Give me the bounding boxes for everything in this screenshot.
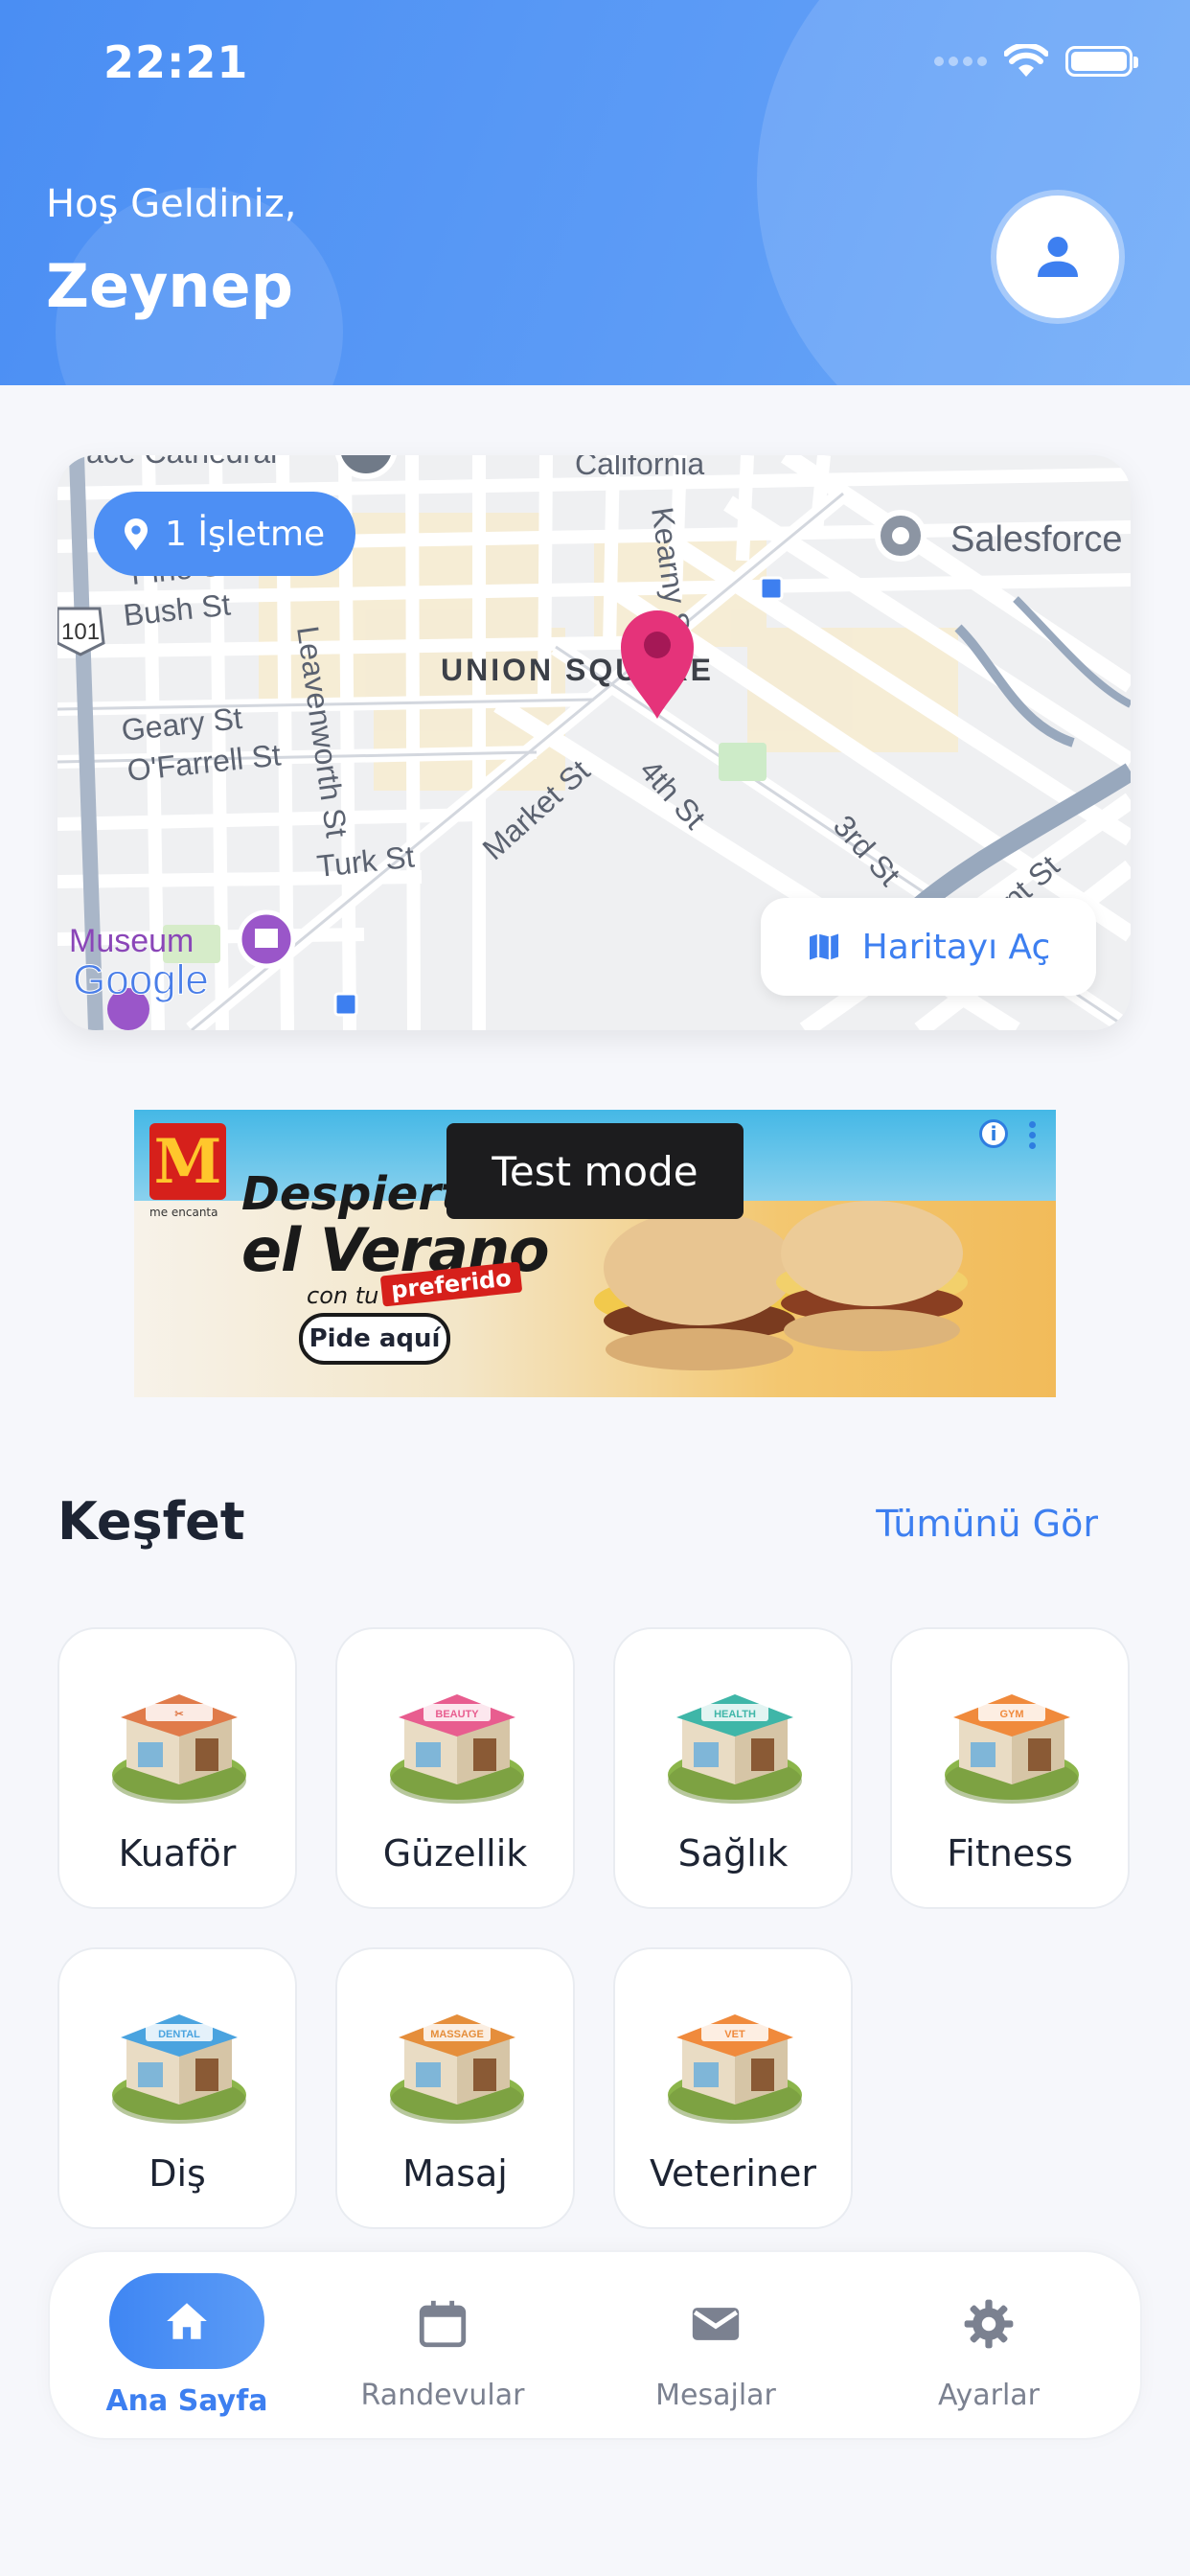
category-label: Fitness bbox=[947, 1832, 1073, 1874]
status-icons bbox=[934, 44, 1138, 79]
open-map-label: Haritayı Aç bbox=[861, 927, 1051, 967]
person-icon bbox=[1038, 237, 1078, 277]
nav-item-home[interactable]: Ana Sayfa bbox=[50, 2252, 299, 2442]
map-card[interactable]: California ace Cathedral Pine St Bush St… bbox=[57, 455, 1131, 1030]
svg-text:BEAUTY: BEAUTY bbox=[435, 1709, 479, 1720]
battery-icon bbox=[1065, 46, 1138, 77]
calendar-icon bbox=[419, 2300, 467, 2348]
nav-item-settings[interactable]: Ayarlar bbox=[864, 2252, 1113, 2442]
map-icon bbox=[809, 933, 838, 960]
home-pill bbox=[109, 2273, 264, 2369]
veteriner-shop-icon: VET bbox=[668, 2014, 802, 2124]
guzellik-shop-icon: BEAUTY bbox=[390, 1694, 524, 1804]
category-kuafor[interactable]: ✂ Kuaför bbox=[57, 1627, 297, 1909]
category-label: Güzellik bbox=[382, 1832, 528, 1874]
saglik-shop-icon: HEALTH bbox=[668, 1694, 802, 1804]
open-map-button[interactable]: Haritayı Aç bbox=[761, 898, 1096, 996]
map-google-logo: Google bbox=[73, 956, 209, 1003]
nav-label-appointments: Randevular bbox=[360, 2379, 525, 2412]
see-all-link[interactable]: Tümünü Gör bbox=[876, 1503, 1098, 1545]
category-veteriner[interactable]: VET Veteriner bbox=[613, 1947, 853, 2229]
svg-text:GYM: GYM bbox=[999, 1709, 1023, 1720]
masaj-shop-icon: MASSAGE bbox=[390, 2014, 524, 2124]
status-time: 22:21 bbox=[103, 36, 249, 88]
fitness-shop-icon: GYM bbox=[945, 1694, 1079, 1804]
ad-more-icon[interactable] bbox=[1029, 1121, 1037, 1149]
ad-brand-sub: me encanta bbox=[149, 1206, 218, 1219]
user-name: Zeynep bbox=[46, 251, 293, 321]
signal-icon bbox=[934, 57, 987, 66]
svg-text:HEALTH: HEALTH bbox=[714, 1709, 756, 1720]
nav-label-settings: Ayarlar bbox=[937, 2379, 1040, 2412]
nav-item-messages[interactable]: Mesajlar bbox=[591, 2252, 840, 2442]
category-label: Kuaför bbox=[118, 1832, 237, 1874]
map-label-museum: Museum bbox=[69, 923, 194, 959]
gear-icon bbox=[964, 2299, 1014, 2349]
map-label-route: 101 bbox=[61, 619, 100, 645]
category-guzellik[interactable]: BEAUTY Güzellik bbox=[335, 1627, 575, 1909]
ad-cta-button[interactable]: Pide aquí bbox=[299, 1313, 450, 1365]
dis-shop-icon: DENTAL bbox=[112, 2014, 246, 2124]
map-label-cathedral: ace Cathedral bbox=[86, 455, 277, 470]
category-label: Veteriner bbox=[650, 2152, 816, 2195]
svg-text:VET: VET bbox=[724, 2029, 745, 2040]
category-label: Masaj bbox=[402, 2152, 508, 2195]
map-label-salesforce: Salesforce bbox=[950, 519, 1123, 560]
greeting-text: Hoş Geldiniz, bbox=[46, 182, 297, 226]
mcdonalds-logo-icon: M bbox=[149, 1123, 226, 1200]
location-pin-icon bbox=[125, 518, 148, 551]
category-saglik[interactable]: HEALTH Sağlık bbox=[613, 1627, 853, 1909]
bottom-nav: Ana Sayfa Randevular Mesajlar Ayarlar bbox=[48, 2250, 1142, 2440]
category-masaj[interactable]: MASSAGE Masaj bbox=[335, 1947, 575, 2229]
category-label: Sağlık bbox=[677, 1832, 789, 1874]
map-label-california: California bbox=[575, 455, 704, 481]
category-label: Diş bbox=[149, 2152, 206, 2195]
nav-label-home: Ana Sayfa bbox=[105, 2384, 268, 2418]
nav-item-appointments[interactable]: Randevular bbox=[318, 2252, 567, 2442]
category-fitness[interactable]: GYM Fitness bbox=[890, 1627, 1130, 1909]
mail-icon bbox=[692, 2308, 740, 2340]
header: 22:21 Hoş Geldiniz, Zeynep bbox=[0, 0, 1190, 385]
business-count-label: 1 İşletme bbox=[165, 514, 326, 554]
nav-label-messages: Mesajlar bbox=[655, 2379, 776, 2412]
profile-button[interactable] bbox=[996, 196, 1119, 318]
svg-text:MASSAGE: MASSAGE bbox=[430, 2029, 484, 2040]
svg-text:✂: ✂ bbox=[174, 1709, 183, 1720]
category-dis[interactable]: DENTAL Diş bbox=[57, 1947, 297, 2229]
home-icon bbox=[167, 2303, 207, 2339]
business-count-badge: 1 İşletme bbox=[94, 492, 356, 576]
wifi-icon bbox=[1004, 44, 1048, 77]
ad-headline-3: con tu bbox=[307, 1282, 379, 1309]
kuafor-shop-icon: ✂ bbox=[112, 1694, 246, 1804]
test-mode-label: Test mode bbox=[446, 1123, 744, 1219]
svg-text:DENTAL: DENTAL bbox=[158, 2029, 200, 2040]
ad-info-icon[interactable]: i bbox=[979, 1119, 1008, 1148]
section-title: Keşfet bbox=[57, 1491, 245, 1552]
